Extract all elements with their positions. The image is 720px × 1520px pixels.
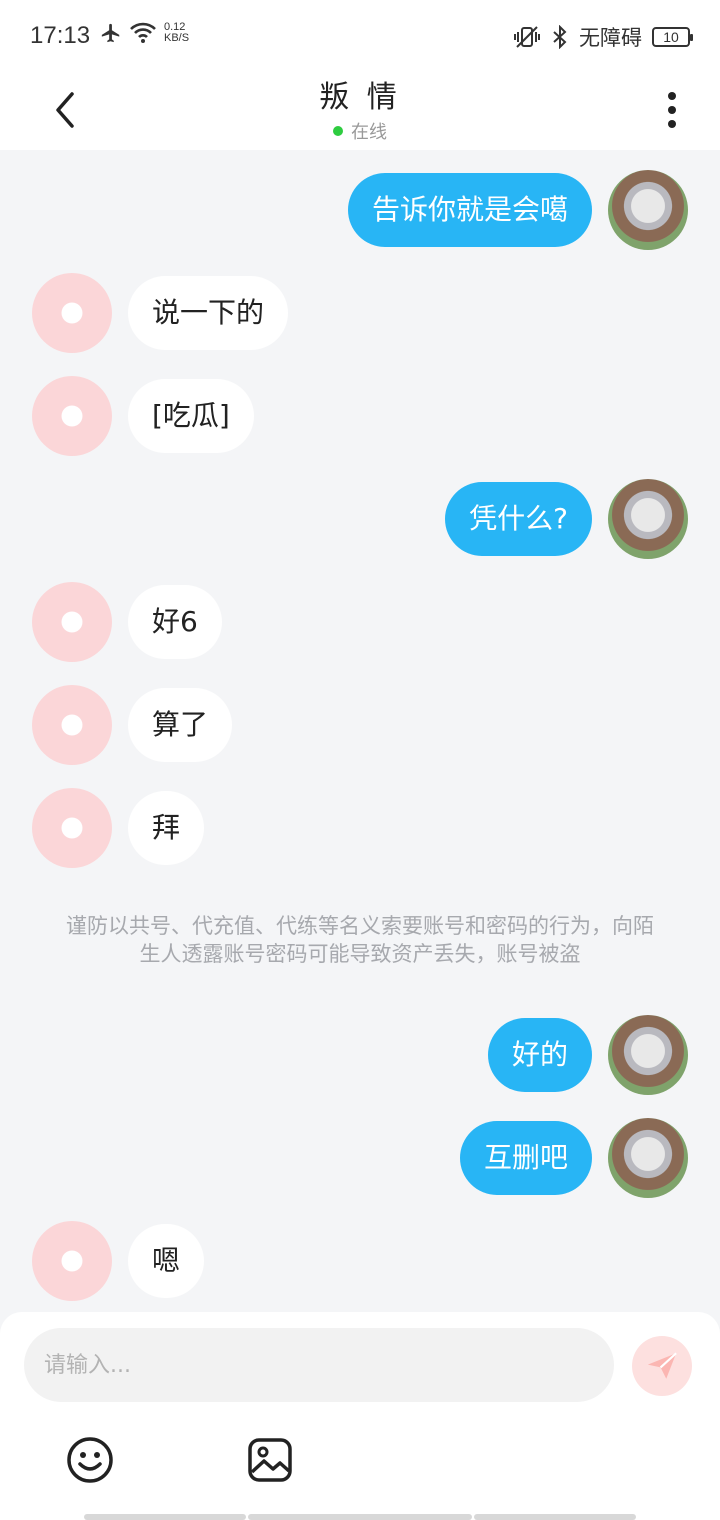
message-item: [吃瓜] — [32, 376, 254, 456]
message-item: 拜 — [32, 788, 205, 868]
smiley-icon — [67, 1437, 113, 1483]
message-item: 好6 — [32, 582, 222, 662]
contact-avatar[interactable] — [32, 273, 112, 353]
message-bubble[interactable]: 嗯 — [128, 1224, 205, 1298]
message-item: 算了 — [32, 685, 233, 765]
message-item: 互删吧 — [459, 1118, 688, 1198]
message-bubble[interactable]: 告诉你就是会噶 — [347, 173, 592, 247]
wifi-icon — [130, 22, 156, 43]
message-bubble[interactable]: 凭什么? — [445, 482, 592, 556]
more-vertical-icon — [668, 92, 676, 128]
message-bubble[interactable]: 好的 — [487, 1018, 592, 1092]
online-status: 在线 — [0, 118, 720, 144]
message-bubble[interactable]: 算了 — [128, 688, 233, 762]
contact-avatar[interactable] — [32, 788, 112, 868]
send-button[interactable] — [632, 1336, 692, 1396]
chat-title: 叛 情 — [319, 80, 401, 115]
message-bubble[interactable]: 好6 — [128, 585, 222, 659]
nav-indicator — [248, 1514, 472, 1520]
message-item: 告诉你就是会噶 — [347, 170, 688, 250]
message-item: 嗯 — [32, 1221, 205, 1301]
bluetooth-icon — [553, 25, 567, 49]
contact-avatar[interactable] — [32, 685, 112, 765]
contact-avatar[interactable] — [32, 1221, 112, 1301]
nav-indicator — [474, 1514, 636, 1520]
message-item: 说一下的 — [32, 273, 289, 353]
title-area: 叛 情 在线 — [0, 70, 720, 144]
message-item: 好的 — [487, 1015, 688, 1095]
online-dot — [333, 126, 343, 136]
image-icon — [248, 1438, 292, 1482]
vibrate-icon — [514, 26, 540, 48]
message-list[interactable]: 告诉你就是会噶 说一下的 [吃瓜] 凭什么? 好6 算了 拜 谨防以共号、代充值… — [0, 150, 720, 1312]
status-bar: 17:13 0.12 KB/S 无障碍 10 — [0, 0, 720, 70]
contact-avatar[interactable] — [32, 582, 112, 662]
message-bubble[interactable]: 互删吧 — [459, 1121, 592, 1195]
my-avatar[interactable] — [608, 1118, 688, 1198]
status-left-icons: 0.12 KB/S — [100, 22, 189, 44]
network-speed: 0.12 KB/S — [164, 22, 189, 44]
security-notice: 谨防以共号、代充值、代练等名义索要账号和密码的行为，向陌生人透露账号密码可能导致… — [66, 914, 654, 966]
composer — [0, 1312, 720, 1520]
message-item: 凭什么? — [445, 479, 688, 559]
image-button[interactable] — [246, 1436, 294, 1484]
status-time: 17:13 — [30, 22, 91, 49]
message-bubble[interactable]: [吃瓜] — [128, 379, 254, 453]
message-bubble[interactable]: 说一下的 — [128, 276, 289, 350]
paper-plane-icon — [647, 1352, 677, 1379]
airplane-icon — [101, 23, 120, 43]
battery-indicator: 10 — [652, 27, 693, 47]
chat-header: 叛 情 在线 — [0, 70, 720, 150]
emoji-button[interactable] — [66, 1436, 114, 1484]
my-avatar[interactable] — [608, 170, 688, 250]
accessibility-label: 无障碍 — [579, 26, 642, 50]
network-speed-unit: KB/S — [164, 32, 190, 44]
message-input[interactable] — [24, 1328, 614, 1402]
contact-avatar[interactable] — [32, 376, 112, 456]
more-options-button[interactable] — [652, 80, 692, 140]
message-bubble[interactable]: 拜 — [128, 791, 205, 865]
my-avatar[interactable] — [608, 479, 688, 559]
nav-indicator — [84, 1514, 246, 1520]
my-avatar[interactable] — [608, 1015, 688, 1095]
status-right-icons: 无障碍 10 — [513, 22, 693, 52]
online-status-text: 在线 — [351, 122, 387, 143]
